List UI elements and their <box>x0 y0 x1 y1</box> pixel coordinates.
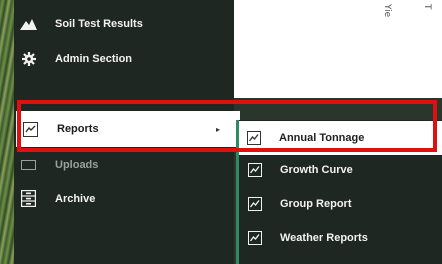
sidebar-item-archive[interactable]: Archive <box>20 190 95 207</box>
chart-icon <box>248 163 262 177</box>
sidebar-item-uploads[interactable]: Uploads <box>20 156 98 173</box>
submenu-item-label: Weather Reports <box>280 232 368 244</box>
submenu-item-label: Group Report <box>280 198 352 210</box>
chart-icon <box>248 197 262 211</box>
content-tick-2: T <box>422 4 432 10</box>
background-grass <box>0 0 14 264</box>
submenu-item-growth-curve[interactable]: Growth Curve <box>248 163 353 177</box>
submenu-item-group-report[interactable]: Group Report <box>248 197 352 211</box>
sidebar-item-label: Soil Test Results <box>55 17 143 30</box>
chart-icon <box>248 231 262 245</box>
content-tick-1: Yie <box>382 4 392 18</box>
sidebar-item-admin-section[interactable]: Admin Section <box>20 50 132 67</box>
sidebar-item-soil-test-results[interactable]: Soil Test Results <box>20 15 143 32</box>
highlight-box <box>17 100 437 152</box>
mountain-icon <box>20 15 37 32</box>
upload-icon <box>20 156 37 173</box>
sidebar-item-label: Admin Section <box>55 52 133 65</box>
submenu-item-label: Growth Curve <box>280 164 353 176</box>
sidebar-item-label: Uploads <box>55 158 99 171</box>
sidebar-item-label: Archive <box>55 192 96 205</box>
submenu-item-weather-reports[interactable]: Weather Reports <box>248 231 368 245</box>
gear-icon <box>20 50 37 67</box>
content-panel: Yie T <box>234 0 442 98</box>
archive-icon <box>20 190 37 207</box>
